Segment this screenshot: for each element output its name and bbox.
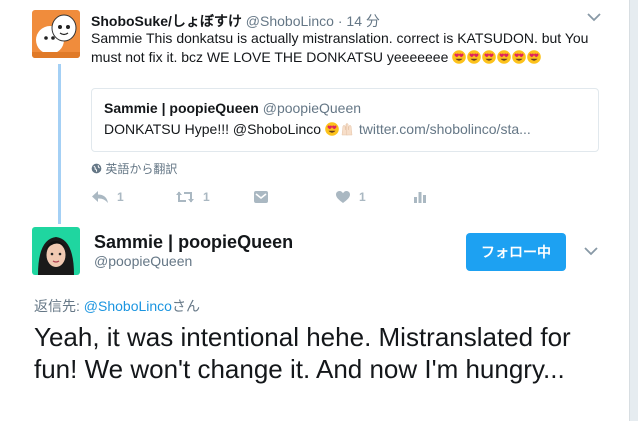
reply-author-name[interactable]: Sammie | poopieQueen bbox=[94, 232, 293, 253]
like-button[interactable]: 1 bbox=[335, 190, 366, 204]
quoted-text-prefix: DONKATSU Hype!!! @ShoboLinco bbox=[104, 121, 322, 137]
globe-icon bbox=[91, 163, 102, 174]
heart-eyes-icon bbox=[325, 122, 339, 136]
reply-tweet-text: Yeah, it was intentional hehe. Mistransl… bbox=[34, 322, 571, 384]
analytics-button[interactable] bbox=[413, 190, 427, 204]
quoted-tweet-text: DONKATSU Hype!!! @ShoboLinco twitter.com… bbox=[104, 121, 531, 137]
heart-icon bbox=[336, 191, 350, 203]
heart-eyes-icon bbox=[497, 50, 512, 64]
chevron-down-icon[interactable] bbox=[583, 246, 599, 256]
heart-eyes-icon bbox=[452, 50, 467, 64]
separator-dot: · bbox=[337, 13, 343, 29]
window-right-edge bbox=[629, 0, 638, 421]
retweet-button[interactable]: 1 bbox=[175, 190, 210, 204]
avatar[interactable] bbox=[32, 227, 80, 275]
tweet-text: Sammie This donkatsu is actually mistran… bbox=[91, 29, 601, 67]
quoted-tweet-header: Sammie | poopieQueen @poopieQueen bbox=[104, 100, 361, 116]
heart-eyes-icon bbox=[482, 50, 497, 64]
raised-hands-icon bbox=[341, 123, 353, 136]
quoted-tweet-card[interactable]: Sammie | poopieQueen @poopieQueen DONKAT… bbox=[91, 88, 599, 152]
analytics-icon bbox=[414, 192, 426, 203]
heart-eyes-icon bbox=[527, 50, 542, 64]
quoted-link: twitter.com/shobolinco/sta... bbox=[358, 121, 531, 137]
reply-count: 1 bbox=[117, 190, 124, 204]
tweet-actions: 1 1 1 bbox=[91, 190, 431, 208]
following-button[interactable]: フォロー中 bbox=[466, 233, 566, 271]
translate-label: 英語から翻訳 bbox=[105, 162, 178, 176]
heart-eyes-emoji-row bbox=[452, 49, 542, 65]
author-handle[interactable]: @ShoboLinco bbox=[246, 13, 334, 29]
retweet-icon bbox=[176, 191, 194, 203]
author-name[interactable]: ShoboSuke/しょぼすけ bbox=[91, 13, 242, 29]
replying-to: 返信先: @ShoboLincoさん bbox=[34, 296, 200, 316]
retweet-count: 1 bbox=[203, 190, 210, 204]
reply-author-handle[interactable]: @poopieQueen bbox=[94, 253, 192, 269]
translate-link[interactable]: 英語から翻訳 bbox=[91, 160, 177, 177]
reply-icon bbox=[92, 191, 108, 203]
tweet-header: ShoboSuke/しょぼすけ @ShoboLinco · 14 分 bbox=[91, 11, 380, 31]
envelope-icon bbox=[254, 191, 268, 203]
tweet-timestamp[interactable]: 14 分 bbox=[346, 13, 379, 29]
reply-button[interactable]: 1 bbox=[91, 190, 124, 204]
quoted-author-handle: @poopieQueen bbox=[262, 100, 362, 116]
replying-to-suffix: さん bbox=[171, 298, 200, 314]
heart-eyes-icon bbox=[512, 50, 527, 64]
direct-message-button[interactable] bbox=[253, 190, 269, 204]
avatar[interactable] bbox=[32, 10, 80, 58]
like-count: 1 bbox=[359, 190, 366, 204]
thread-connector-line bbox=[58, 64, 61, 224]
chevron-down-icon[interactable] bbox=[586, 12, 602, 22]
quoted-author-name: Sammie | poopieQueen bbox=[104, 100, 259, 116]
heart-eyes-icon bbox=[467, 50, 482, 64]
replying-to-handle[interactable]: @ShoboLinco bbox=[84, 298, 172, 314]
replying-to-prefix: 返信先: bbox=[34, 298, 84, 314]
